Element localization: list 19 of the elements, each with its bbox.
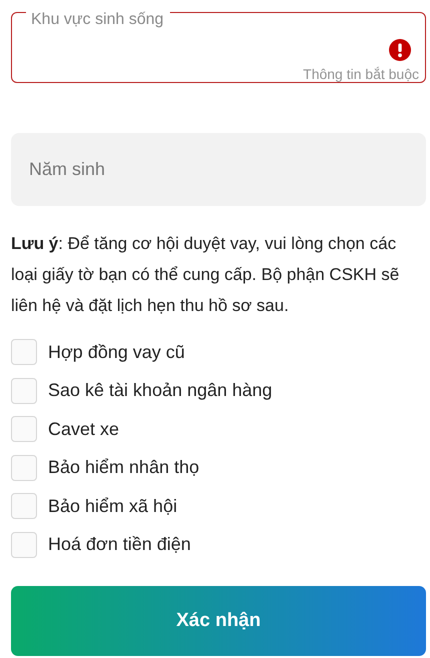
checkbox-label: Hoá đơn tiền điện <box>48 534 191 556</box>
checkbox-label: Cavet xe <box>48 418 120 440</box>
field-label: Khu vực sinh sống <box>26 11 170 29</box>
checkbox[interactable] <box>11 416 37 442</box>
birth-year-field[interactable]: Năm sinh <box>11 133 426 206</box>
note-text: Lưu ý: Để tăng cơ hội duyệt vay, vui lòng chọn các loại giấy tờ bạn có thể cung cấp. Bộ phận CSKH sẽ liên hệ và đặt lịch hẹn thu hồ sơ sau. <box>11 233 400 317</box>
checkbox[interactable] <box>11 454 37 481</box>
checkbox[interactable] <box>11 378 37 404</box>
confirm-button[interactable]: Xác nhận <box>11 586 426 656</box>
checkbox-label: Hợp đồng vay cũ <box>48 342 185 363</box>
checkbox-label: Bảo hiểm xã hội <box>48 496 178 517</box>
checkbox[interactable] <box>11 339 37 366</box>
error-message: Thông tin bắt buộc <box>303 66 419 82</box>
checkbox[interactable] <box>11 532 37 558</box>
checkbox[interactable] <box>11 493 37 520</box>
checkbox-label: Sao kê tài khoản ngân hàng <box>48 380 272 402</box>
residence-field[interactable]: Khu vực sinh sống Thông tin bắt buộc <box>11 12 426 83</box>
checkbox-label: Bảo hiểm nhân thọ <box>48 457 200 478</box>
error-icon <box>389 39 411 61</box>
